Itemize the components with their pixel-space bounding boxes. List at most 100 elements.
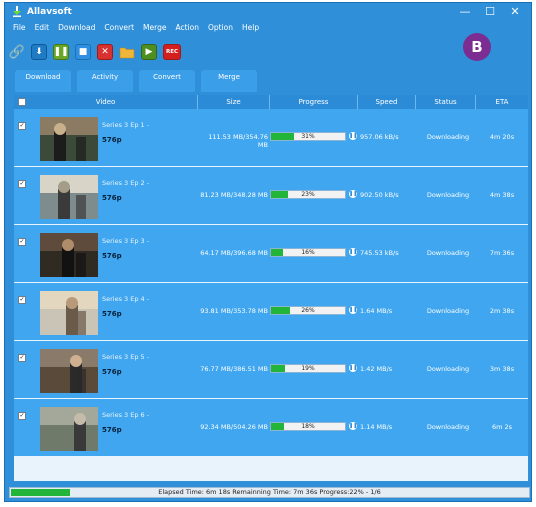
row-checkbox[interactable]: ✓ bbox=[18, 296, 26, 304]
row-pause-icon[interactable]: ❚❚ bbox=[349, 306, 357, 314]
menu-help[interactable]: Help bbox=[242, 23, 259, 32]
overall-progress-bar: Elapsed Time: 6m 18s Remainning Time: 7m… bbox=[9, 487, 530, 498]
video-title: Series 3 Ep 3 - bbox=[102, 237, 150, 245]
download-button[interactable]: ⬇ bbox=[31, 44, 47, 60]
video-thumbnail bbox=[40, 175, 98, 219]
column-speed[interactable]: Speed bbox=[358, 95, 416, 109]
download-status: Downloading bbox=[426, 365, 470, 373]
download-speed: 1.14 MB/s bbox=[360, 423, 393, 431]
download-speed: 745.53 kB/s bbox=[360, 249, 399, 257]
row-progress-bar: 26% bbox=[270, 306, 346, 315]
download-status: Downloading bbox=[426, 133, 470, 141]
video-resolution: 576p bbox=[102, 426, 122, 434]
paste-link-button[interactable]: 🔗 bbox=[9, 44, 25, 60]
column-status[interactable]: Status bbox=[416, 95, 476, 109]
record-button[interactable]: REC bbox=[163, 44, 181, 60]
row-pause-icon[interactable]: ❚❚ bbox=[349, 364, 357, 372]
download-eta: 3m 38s bbox=[489, 365, 515, 373]
record-icon: REC bbox=[165, 49, 179, 55]
tab-activity[interactable]: Activity bbox=[77, 70, 133, 92]
video-title: Series 3 Ep 2 - bbox=[102, 179, 150, 187]
video-resolution: 576p bbox=[102, 310, 122, 318]
download-icon: ⬇ bbox=[35, 47, 43, 57]
folder-icon bbox=[119, 47, 135, 59]
app-window: Allavsoft — ☐ ✕ File Edit Download Conve… bbox=[4, 2, 532, 502]
download-speed: 1.64 MB/s bbox=[360, 307, 393, 315]
menu-download[interactable]: Download bbox=[58, 23, 95, 32]
row-pause-icon[interactable]: ❚❚ bbox=[349, 422, 357, 430]
table-row[interactable]: ✓ Series 3 Ep 6 - 576p 92.34 MB/504.26 M… bbox=[14, 399, 528, 456]
menu-file[interactable]: File bbox=[13, 23, 26, 32]
file-size: 64.17 MB/396.68 MB bbox=[200, 249, 268, 257]
download-status: Downloading bbox=[426, 249, 470, 257]
menu-merge[interactable]: Merge bbox=[143, 23, 166, 32]
download-speed: 902.50 kB/s bbox=[360, 191, 399, 199]
download-eta: 6m 2s bbox=[491, 423, 513, 431]
column-eta[interactable]: ETA bbox=[476, 95, 528, 109]
menu-edit[interactable]: Edit bbox=[35, 23, 50, 32]
table-row[interactable]: ✓ Series 3 Ep 2 - 576p 81.23 MB/348.28 M… bbox=[14, 167, 528, 224]
file-size: 93.81 MB/353.78 MB bbox=[200, 307, 268, 315]
download-speed: 957.06 kB/s bbox=[360, 133, 399, 141]
table-row[interactable]: ✓ Series 3 Ep 5 - 576p 76.77 MB/386.51 M… bbox=[14, 341, 528, 398]
row-progress-text: 16% bbox=[301, 249, 315, 256]
download-eta: 2m 38s bbox=[489, 307, 515, 315]
column-progress[interactable]: Progress bbox=[270, 95, 358, 109]
row-progress-bar: 19% bbox=[270, 364, 346, 373]
pause-button[interactable]: ❚❚ bbox=[53, 44, 69, 60]
row-progress-text: 23% bbox=[301, 191, 315, 198]
delete-button[interactable]: ✕ bbox=[97, 44, 113, 60]
app-title: Allavsoft bbox=[27, 7, 72, 17]
video-resolution: 576p bbox=[102, 368, 122, 376]
maximize-button[interactable]: ☐ bbox=[484, 5, 496, 18]
row-pause-icon[interactable]: ❚❚ bbox=[349, 132, 357, 140]
row-checkbox[interactable]: ✓ bbox=[18, 122, 26, 130]
close-button[interactable]: ✕ bbox=[509, 5, 521, 18]
row-progress-text: 31% bbox=[301, 133, 315, 140]
overall-progress-text: Elapsed Time: 6m 18s Remainning Time: 7m… bbox=[158, 488, 381, 496]
file-size: 92.34 MB/504.26 MB bbox=[200, 423, 268, 431]
video-title: Series 3 Ep 1 - bbox=[102, 121, 150, 129]
stop-icon: ■ bbox=[78, 47, 88, 57]
menu-bar: File Edit Download Convert Merge Action … bbox=[13, 23, 259, 32]
file-size: 76.77 MB/386.51 MB bbox=[200, 365, 268, 373]
row-checkbox[interactable]: ✓ bbox=[18, 180, 26, 188]
video-resolution: 576p bbox=[102, 136, 122, 144]
video-thumbnail bbox=[40, 407, 98, 451]
toolbar: 🔗 ⬇ ❚❚ ■ ✕ ▶ REC bbox=[9, 41, 181, 63]
row-progress-text: 19% bbox=[301, 365, 315, 372]
minimize-button[interactable]: — bbox=[459, 5, 471, 18]
play-icon: ▶ bbox=[145, 47, 153, 57]
download-list: Video Size Progress Speed Status ETA ✓ S… bbox=[14, 95, 528, 481]
row-pause-icon[interactable]: ❚❚ bbox=[349, 248, 357, 256]
column-size[interactable]: Size bbox=[198, 95, 270, 109]
row-pause-icon[interactable]: ❚❚ bbox=[349, 190, 357, 198]
tab-merge[interactable]: Merge bbox=[201, 70, 257, 92]
tab-convert[interactable]: Convert bbox=[139, 70, 195, 92]
video-resolution: 576p bbox=[102, 252, 122, 260]
video-thumbnail bbox=[40, 291, 98, 335]
row-checkbox[interactable]: ✓ bbox=[18, 412, 26, 420]
video-title: Series 3 Ep 5 - bbox=[102, 353, 150, 361]
menu-action[interactable]: Action bbox=[175, 23, 199, 32]
row-checkbox[interactable]: ✓ bbox=[18, 354, 26, 362]
row-progress-bar: 31% bbox=[270, 132, 346, 141]
table-row[interactable]: ✓ Series 3 Ep 1 - 576p 111.53 MB/354.76 … bbox=[14, 109, 528, 166]
tab-download[interactable]: Download bbox=[15, 70, 71, 92]
open-folder-button[interactable] bbox=[119, 44, 135, 60]
table-row[interactable]: ✓ Series 3 Ep 3 - 576p 64.17 MB/396.68 M… bbox=[14, 225, 528, 282]
play-button[interactable]: ▶ bbox=[141, 44, 157, 60]
table-header: Video Size Progress Speed Status ETA bbox=[14, 95, 528, 109]
menu-convert[interactable]: Convert bbox=[104, 23, 134, 32]
download-status: Downloading bbox=[426, 191, 470, 199]
video-thumbnail bbox=[40, 233, 98, 277]
menu-option[interactable]: Option bbox=[208, 23, 233, 32]
table-row[interactable]: ✓ Series 3 Ep 4 - 576p 93.81 MB/353.78 M… bbox=[14, 283, 528, 340]
pause-icon: ❚❚ bbox=[53, 47, 69, 57]
column-video[interactable]: Video bbox=[14, 95, 198, 109]
stop-button[interactable]: ■ bbox=[75, 44, 91, 60]
delete-icon: ✕ bbox=[101, 47, 109, 57]
row-checkbox[interactable]: ✓ bbox=[18, 238, 26, 246]
video-title: Series 3 Ep 4 - bbox=[102, 295, 150, 303]
table-body: ✓ Series 3 Ep 1 - 576p 111.53 MB/354.76 … bbox=[14, 109, 528, 457]
